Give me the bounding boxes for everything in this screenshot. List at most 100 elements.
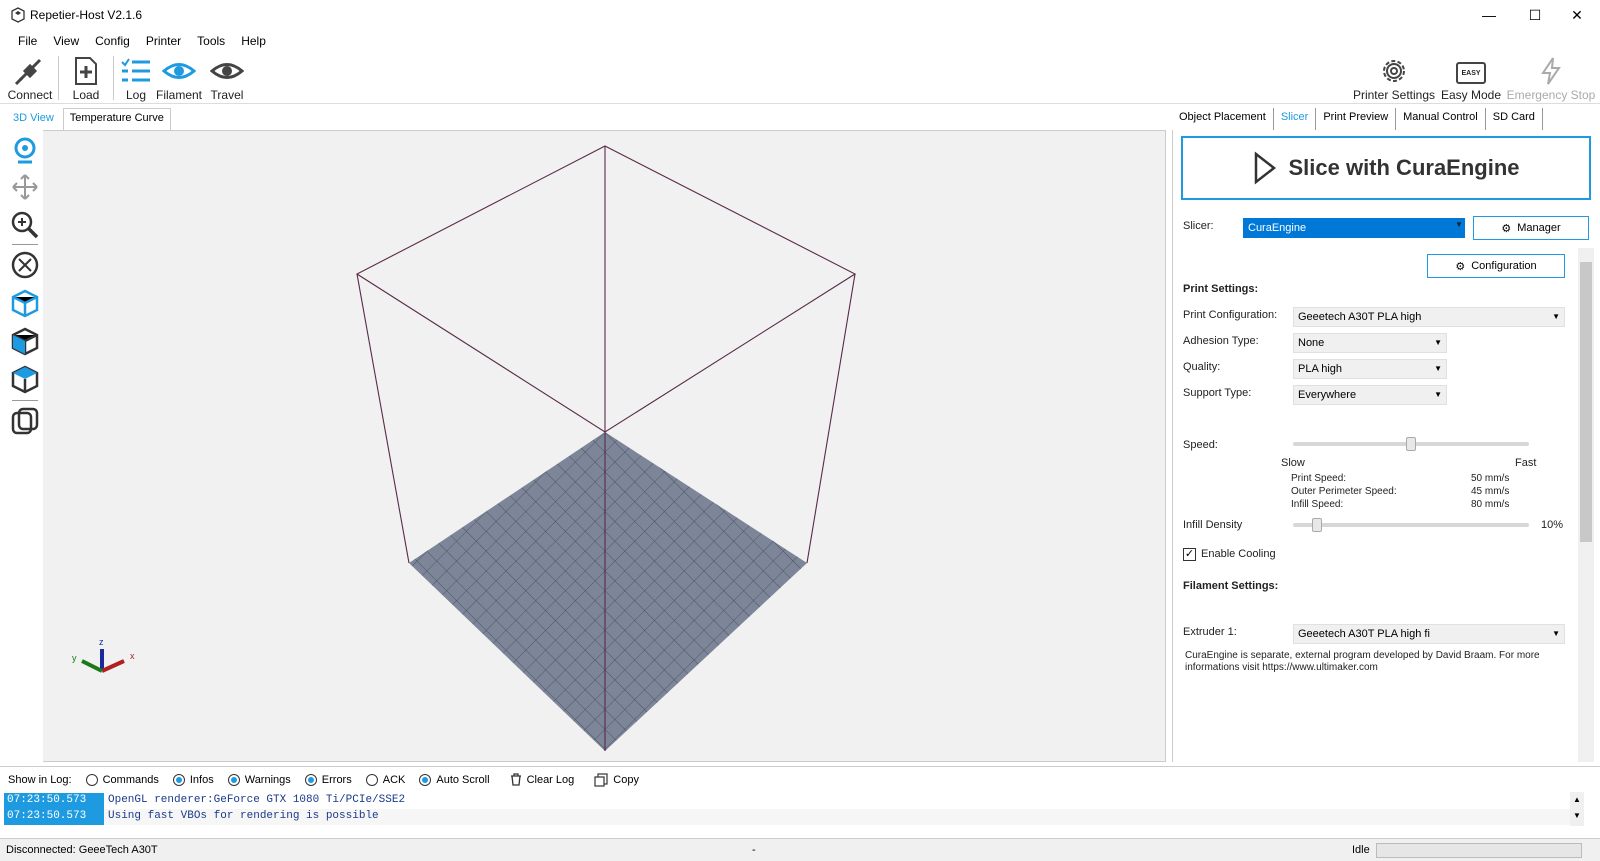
- tab-object-placement[interactable]: Object Placement: [1172, 108, 1274, 130]
- menu-config[interactable]: Config: [87, 34, 138, 48]
- connect-button[interactable]: Connect: [6, 54, 54, 102]
- window-title: Repetier-Host V2.1.6: [30, 8, 143, 22]
- menu-help[interactable]: Help: [233, 34, 274, 48]
- tab-slicer[interactable]: Slicer: [1273, 108, 1317, 130]
- slice-button[interactable]: Slice with CuraEngine: [1181, 136, 1591, 200]
- object-view-icon[interactable]: [10, 406, 40, 436]
- support-type-label: Support Type:: [1183, 387, 1252, 399]
- front-view-icon[interactable]: [10, 326, 40, 356]
- enable-cooling-checkbox[interactable]: ✓: [1183, 548, 1196, 561]
- copy-button[interactable]: Copy: [594, 772, 639, 787]
- emergency-stop-button[interactable]: Emergency Stop: [1506, 54, 1596, 102]
- minimize-button[interactable]: —: [1466, 0, 1512, 30]
- play-icon: [1255, 151, 1277, 185]
- log-option-warnings[interactable]: Warnings: [227, 773, 291, 786]
- easy-mode-button[interactable]: EASY Easy Mode: [1440, 54, 1502, 102]
- log-option-ack[interactable]: ACK: [365, 773, 405, 786]
- menu-printer[interactable]: Printer: [138, 34, 189, 48]
- scrollbar-thumb[interactable]: [1580, 262, 1592, 542]
- adhesion-type-select[interactable]: None ▼: [1293, 333, 1447, 353]
- easy-mode-label: Easy Mode: [1440, 88, 1502, 102]
- infill-speed-value: 80 mm/s: [1471, 499, 1510, 510]
- log-list[interactable]: 07:23:50.573 OpenGL renderer:GeForce GTX…: [4, 792, 1584, 826]
- radio-commands[interactable]: [85, 773, 98, 786]
- print-settings-header: Print Settings:: [1183, 283, 1259, 295]
- log-message: Using fast VBOs for rendering is possibl…: [108, 810, 379, 822]
- travel-label: Travel: [210, 88, 244, 102]
- show-in-log-label: Show in Log:: [8, 773, 72, 786]
- move-view-icon[interactable]: [10, 172, 40, 202]
- tab-sd-card[interactable]: SD Card: [1485, 108, 1543, 130]
- tab-temperature-curve[interactable]: Temperature Curve: [62, 108, 171, 130]
- log-option-errors[interactable]: Errors: [304, 773, 352, 786]
- view-tabs: 3D View Temperature Curve: [6, 108, 173, 130]
- connection-status: Disconnected: GeeeTech A30T: [6, 844, 158, 856]
- manager-label: Manager: [1517, 222, 1561, 234]
- infill-density-slider[interactable]: [1293, 523, 1529, 527]
- clear-log-label: Clear Log: [526, 773, 575, 786]
- log-option-label: Warnings: [244, 773, 291, 786]
- slice-button-label: Slice with CuraEngine: [1288, 155, 1520, 180]
- log-list-icon: [121, 58, 150, 82]
- 3d-viewport[interactable]: y x z: [6, 130, 1166, 762]
- menu-view[interactable]: View: [45, 34, 87, 48]
- maximize-button[interactable]: ☐: [1512, 0, 1558, 30]
- log-option-label: Auto Scroll: [436, 773, 490, 786]
- toolbar-separator: [113, 56, 114, 100]
- radio-warnings[interactable]: [227, 773, 240, 786]
- load-label: Load: [72, 88, 100, 102]
- isometric-view-icon[interactable]: [10, 288, 40, 318]
- chevron-down-icon[interactable]: ▼: [1455, 220, 1463, 229]
- menu-tools[interactable]: Tools: [189, 34, 233, 48]
- log-scrollbar[interactable]: ▲ ▼: [1570, 792, 1584, 826]
- slicer-select[interactable]: CuraEngine: [1243, 218, 1465, 238]
- rotate-view-icon[interactable]: [10, 136, 40, 166]
- travel-button[interactable]: Travel: [204, 54, 250, 102]
- app-icon: [11, 7, 25, 23]
- speed-slider-thumb[interactable]: [1406, 437, 1416, 451]
- copy-icon: [594, 772, 608, 787]
- easy-badge-text: EASY: [1461, 69, 1481, 77]
- top-view-icon[interactable]: [10, 364, 40, 394]
- radio-infos[interactable]: [172, 773, 185, 786]
- infill-density-slider-thumb[interactable]: [1311, 518, 1322, 532]
- log-option-commands[interactable]: Commands: [85, 773, 159, 786]
- clear-log-button[interactable]: Clear Log: [510, 773, 575, 786]
- easy-mode-icon: EASY: [1456, 62, 1486, 84]
- lightning-icon: [1541, 57, 1561, 85]
- load-button[interactable]: Load: [62, 54, 110, 102]
- support-type-select[interactable]: Everywhere ▼: [1293, 385, 1447, 405]
- printer-settings-button[interactable]: Printer Settings: [1350, 54, 1438, 102]
- log-option-auto-scroll[interactable]: Auto Scroll: [419, 773, 490, 786]
- zoom-view-icon[interactable]: [10, 210, 40, 240]
- log-button[interactable]: Log: [116, 54, 156, 102]
- eye-filament-icon: [162, 63, 196, 79]
- manager-button[interactable]: ⚙ Manager: [1473, 216, 1589, 240]
- tab-print-preview[interactable]: Print Preview: [1316, 108, 1397, 130]
- menu-bar: File View Config Printer Tools Help: [0, 30, 1600, 52]
- quality-label: Quality:: [1183, 361, 1221, 373]
- quality-select[interactable]: PLA high ▼: [1293, 359, 1447, 379]
- log-label: Log: [125, 88, 147, 102]
- status-middle: -: [752, 844, 756, 856]
- log-option-infos[interactable]: Infos: [172, 773, 214, 786]
- close-button[interactable]: ✕: [1554, 0, 1600, 30]
- filament-button[interactable]: Filament: [154, 54, 204, 102]
- outer-perimeter-speed-value: 45 mm/s: [1471, 486, 1510, 497]
- support-type-value: Everywhere: [1298, 389, 1357, 401]
- fit-view-icon[interactable]: [10, 250, 40, 280]
- quality-value: PLA high: [1298, 363, 1343, 375]
- print-speed-value: 50 mm/s: [1471, 473, 1510, 484]
- svg-text:x: x: [130, 651, 135, 661]
- radio-ack[interactable]: [365, 773, 378, 786]
- radio-errors[interactable]: [304, 773, 317, 786]
- configuration-button[interactable]: ⚙ Configuration: [1427, 254, 1565, 278]
- tab-3d-view[interactable]: 3D View: [6, 108, 61, 130]
- tab-manual-control[interactable]: Manual Control: [1396, 108, 1486, 130]
- slicer-panel-scrollbar[interactable]: [1578, 248, 1594, 762]
- toolbar: Connect Load Log Filament Travel Printer…: [0, 52, 1600, 104]
- print-configuration-select[interactable]: Geeetech A30T PLA high ▼: [1293, 307, 1565, 327]
- menu-file[interactable]: File: [10, 34, 45, 48]
- extruder-1-select[interactable]: Geeetech A30T PLA high fi ▼: [1293, 624, 1565, 644]
- radio-auto-scroll[interactable]: [419, 773, 432, 786]
